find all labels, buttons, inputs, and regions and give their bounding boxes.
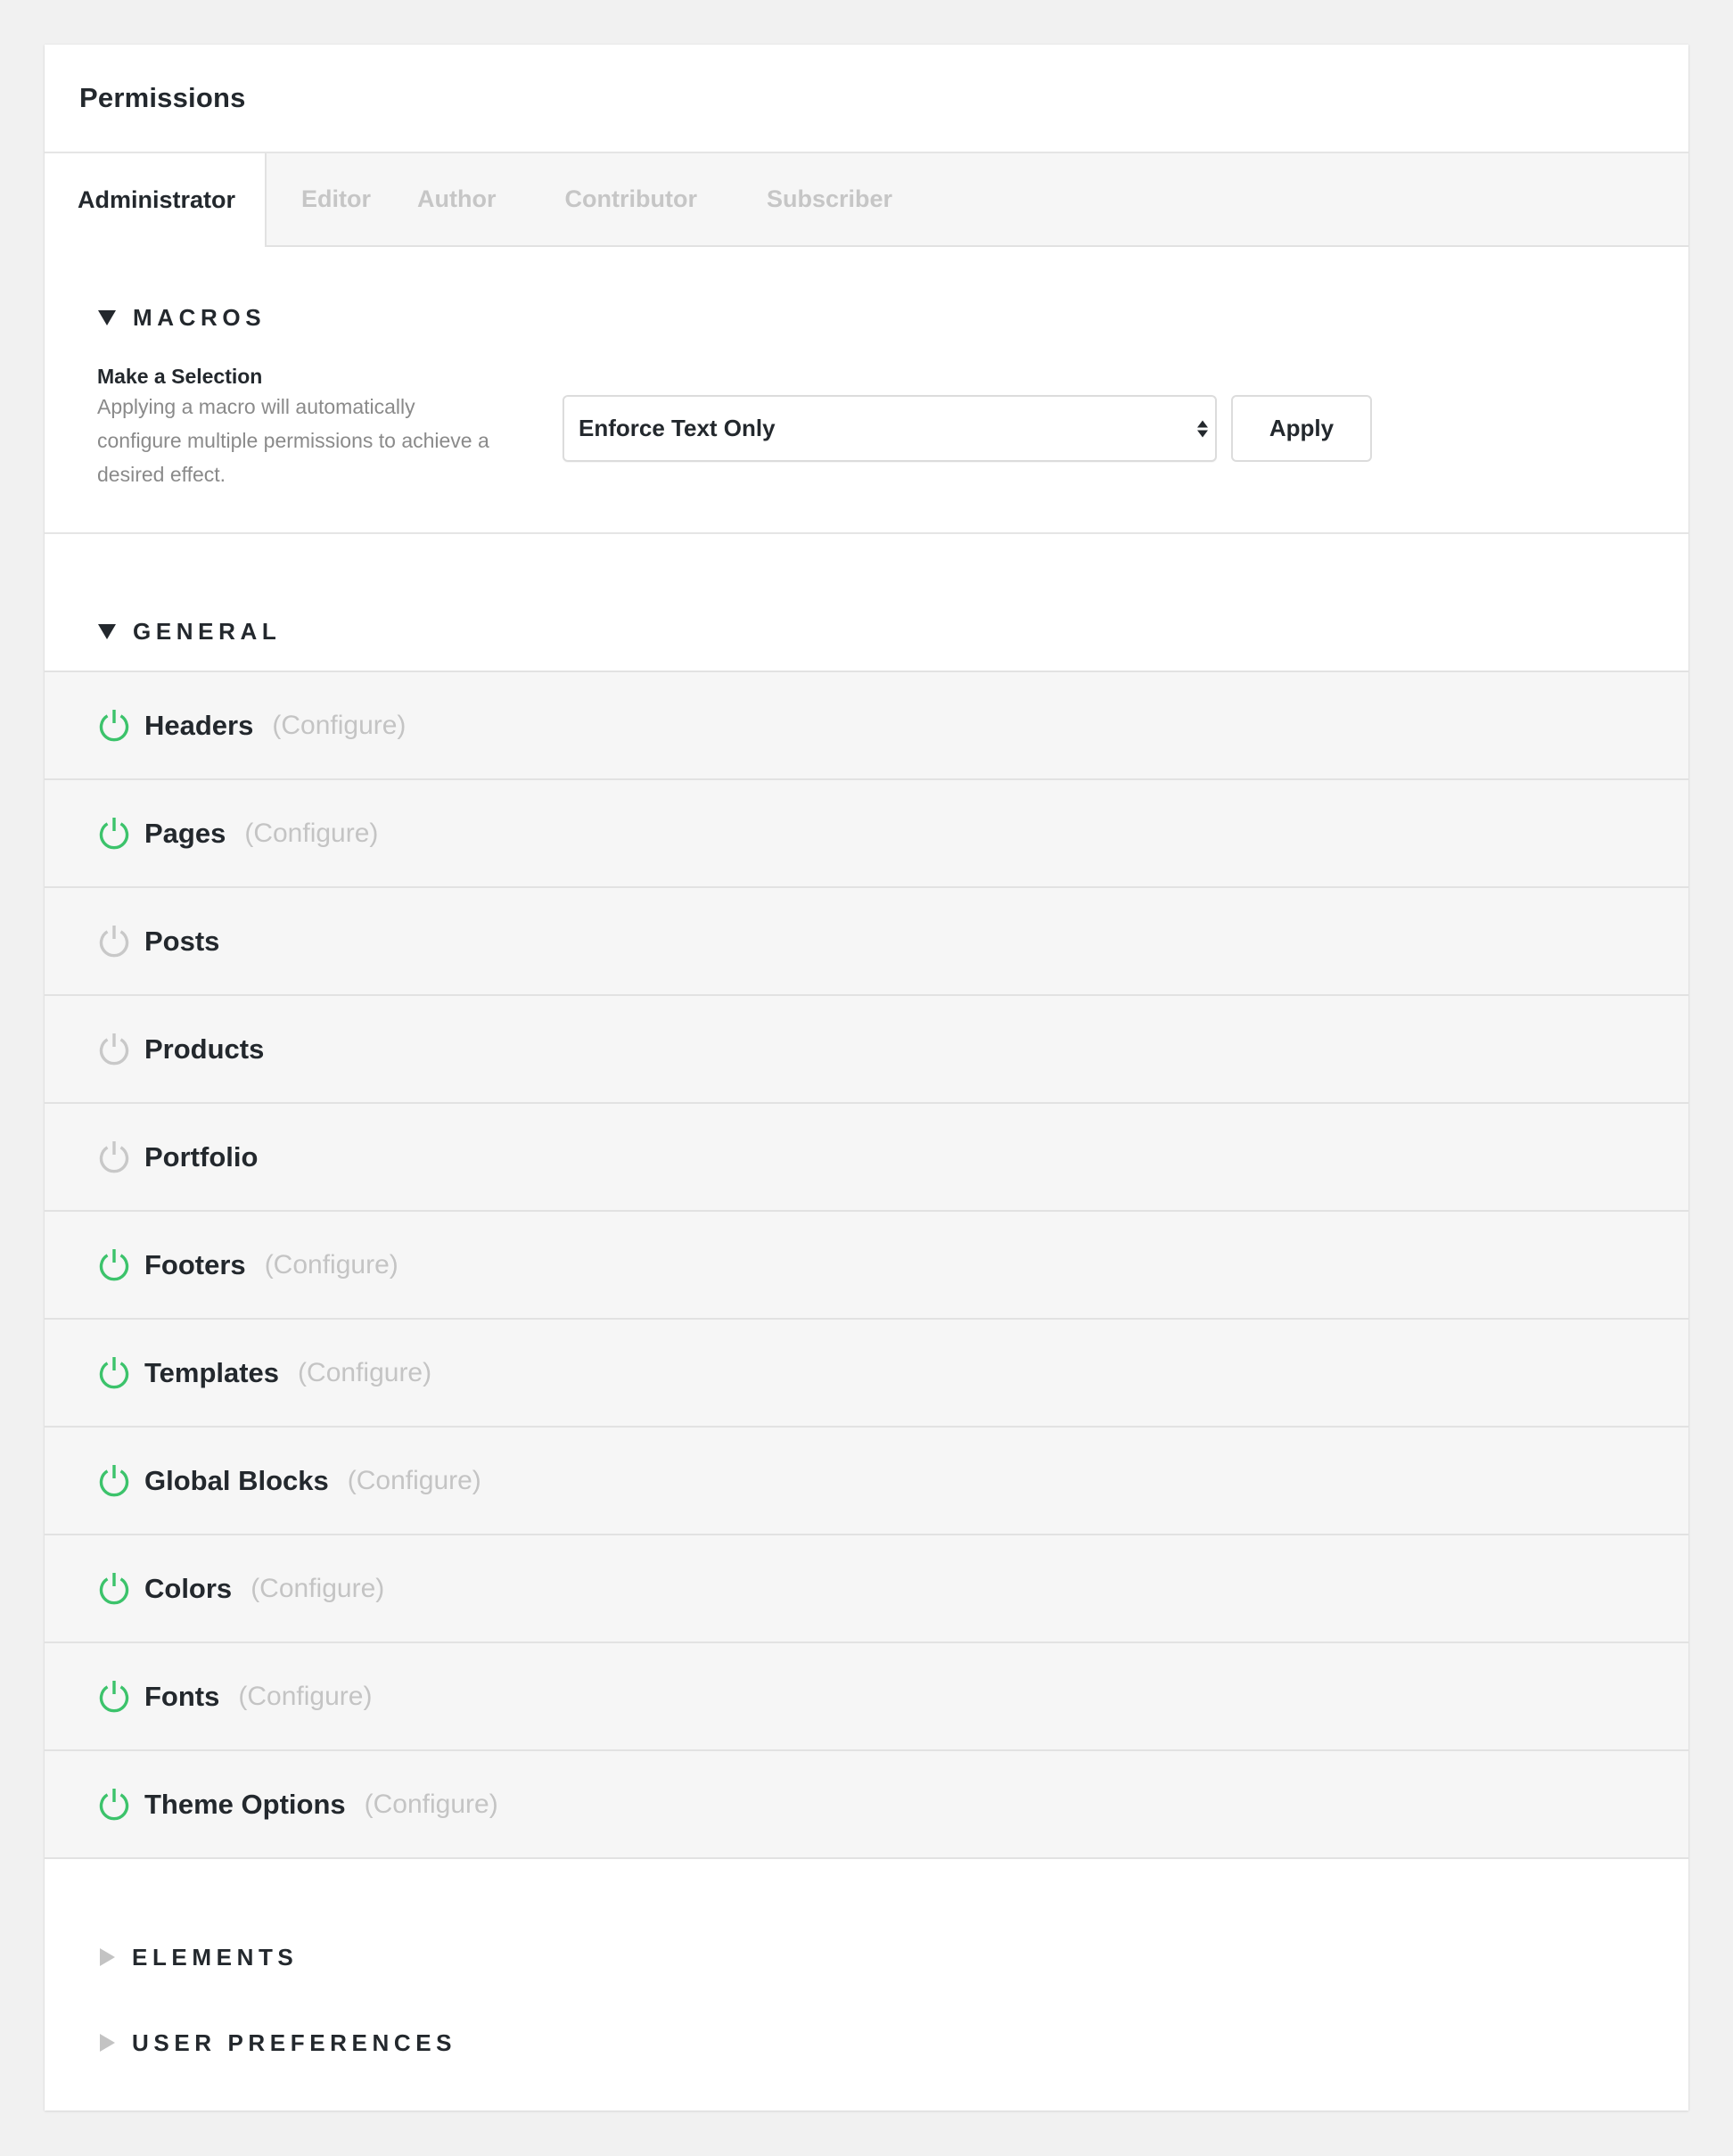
permission-label: Products [144,1033,265,1065]
permission-row: Headers (Configure) [45,672,1688,780]
permission-row: Portfolio [45,1104,1688,1212]
tab-editor[interactable]: Editor [267,153,407,245]
permission-label: Footers [144,1248,246,1280]
permission-row: Products [45,996,1688,1104]
tab-administrator[interactable]: Administrator [45,153,267,247]
tab-subscriber[interactable]: Subscriber [732,153,927,245]
permission-row: Fonts (Configure) [45,1643,1688,1751]
permission-row: Templates (Configure) [45,1320,1688,1428]
tab-label: Contributor [564,185,697,212]
permission-label: Pages [144,817,226,849]
tab-contributor[interactable]: Contributor [530,153,731,245]
macro-description: Applying a macro will automatically conf… [97,395,489,486]
section-title: USER PREFERENCES [132,2028,457,2056]
macro-select[interactable]: Enforce Text Only [563,395,1217,462]
power-on-icon[interactable] [97,708,131,744]
tab-author[interactable]: Author [407,153,530,245]
section-title: MACROS [133,303,267,331]
macro-label: Make a Selection [97,365,263,388]
tab-label: Administrator [78,186,236,213]
power-on-icon[interactable] [97,1463,131,1499]
permission-label: Posts [144,925,220,957]
section-title: ELEMENTS [132,1943,299,1971]
permission-label: Templates [144,1356,280,1388]
select-arrows-icon [1197,420,1208,437]
page-title: Permissions [79,82,246,113]
permission-label: Colors [144,1572,233,1604]
macro-info: Make a Selection Applying a macro will a… [97,363,489,491]
power-on-icon[interactable] [97,1355,131,1391]
power-on-icon[interactable] [97,816,131,852]
permission-label: Portfolio [144,1140,259,1173]
power-on-icon[interactable] [97,1247,131,1283]
caret-right-icon [100,2034,115,2052]
power-off-icon[interactable] [97,924,131,959]
apply-button[interactable]: Apply [1231,395,1372,462]
caret-down-icon [98,309,116,325]
power-on-icon[interactable] [97,1679,131,1715]
permission-row: Theme Options (Configure) [45,1751,1688,1859]
permission-row: Colors (Configure) [45,1535,1688,1643]
permission-label: Theme Options [144,1788,346,1820]
collapsed-sections: ELEMENTS USER PREFERENCES [45,1859,1688,2109]
general-permission-list: Headers (Configure) Pages (Configure) Posts P… [45,672,1688,1859]
select-value: Enforce Text Only [579,415,776,441]
permission-label: Fonts [144,1680,220,1712]
user-preferences-toggle[interactable]: USER PREFERENCES [45,2029,456,2056]
configure-link[interactable]: (Configure) [365,1790,498,1820]
general-section-header: GENERAL [45,534,1688,672]
power-off-icon[interactable] [97,1140,131,1175]
configure-link[interactable]: (Configure) [348,1466,481,1496]
caret-right-icon [100,1948,115,1966]
role-tabs: Administrator Editor Author Contributor … [45,153,1688,247]
section-title: GENERAL [133,617,282,645]
general-toggle[interactable]: GENERAL [45,618,281,645]
tab-label: Editor [301,185,371,212]
permission-row: Pages (Configure) [45,780,1688,888]
permission-row: Global Blocks (Configure) [45,1428,1688,1535]
elements-toggle[interactable]: ELEMENTS [45,1944,298,1971]
caret-down-icon [98,623,116,639]
configure-link[interactable]: (Configure) [244,819,378,849]
power-on-icon[interactable] [97,1571,131,1607]
tab-label: Author [417,185,497,212]
permission-row: Posts [45,888,1688,996]
configure-link[interactable]: (Configure) [298,1358,431,1388]
tab-label: Subscriber [766,185,893,212]
configure-link[interactable]: (Configure) [265,1250,398,1280]
permission-label: Global Blocks [144,1464,329,1496]
macros-section: MACROS Make a Selection Applying a macro… [45,247,1688,534]
macros-toggle[interactable]: MACROS [45,304,266,331]
configure-link[interactable]: (Configure) [251,1574,384,1604]
permission-label: Headers [144,709,254,741]
power-off-icon[interactable] [97,1032,131,1067]
panel-header: Permissions [45,45,1688,153]
permission-row: Footers (Configure) [45,1212,1688,1320]
power-on-icon[interactable] [97,1787,131,1823]
configure-link[interactable]: (Configure) [272,711,406,741]
configure-link[interactable]: (Configure) [238,1682,372,1712]
permissions-panel: Permissions Administrator Editor Author … [45,45,1688,2111]
